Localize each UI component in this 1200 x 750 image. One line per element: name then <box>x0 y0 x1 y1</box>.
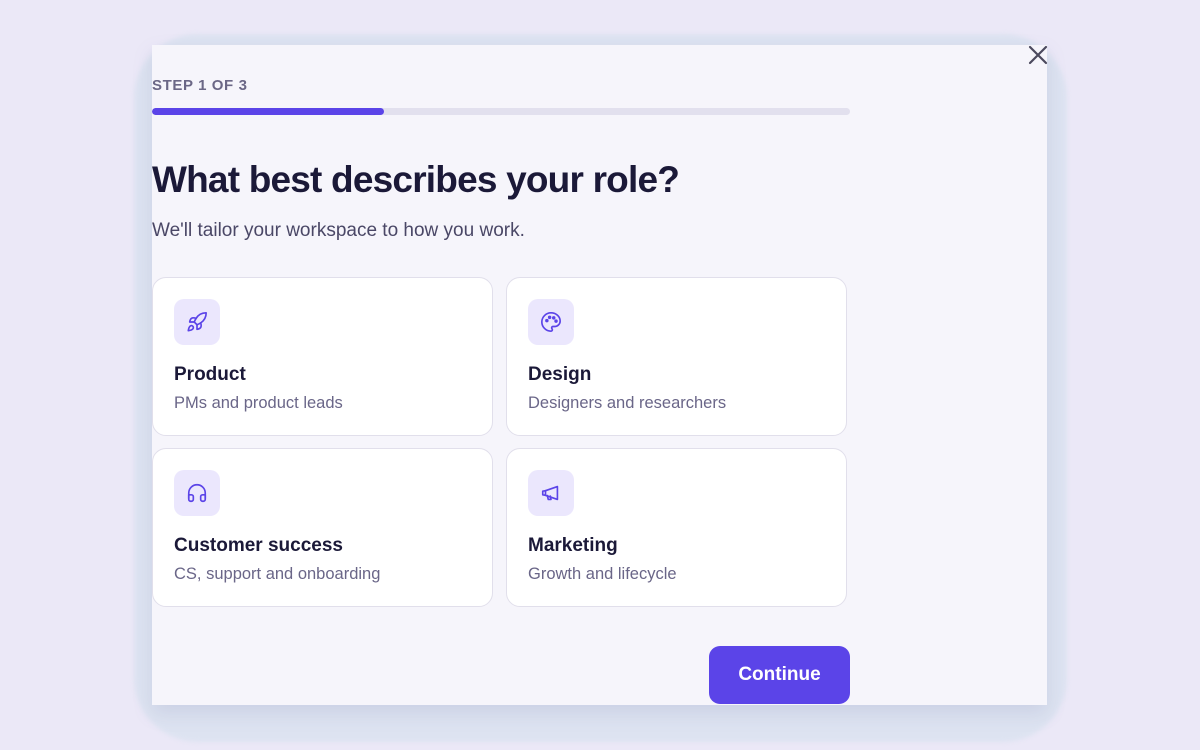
progress-bar <box>152 108 850 115</box>
role-option-description: Growth and lifecycle <box>528 565 677 583</box>
role-option-title: Design <box>528 364 592 385</box>
role-option-marketing[interactable]: Marketing Growth and lifecycle <box>506 448 847 607</box>
rocket-icon <box>174 299 220 345</box>
role-option-title: Marketing <box>528 535 618 556</box>
step-indicator: STEP 1 OF 3 <box>152 77 248 94</box>
continue-button[interactable]: Continue <box>709 646 850 704</box>
role-option-customer-success[interactable]: Customer success CS, support and onboard… <box>152 448 493 607</box>
role-option-title: Customer success <box>174 535 343 556</box>
onboarding-dialog: STEP 1 OF 3 What best describes your rol… <box>152 45 1047 705</box>
progress-bar-fill <box>152 108 385 115</box>
role-option-description: Designers and researchers <box>528 394 727 412</box>
page-title: What best describes your role? <box>152 159 680 200</box>
megaphone-icon <box>528 470 574 516</box>
role-option-description: CS, support and onboarding <box>174 565 381 583</box>
close-icon <box>1028 45 1048 65</box>
role-option-product[interactable]: Product PMs and product leads <box>152 277 493 436</box>
palette-icon <box>528 299 574 345</box>
role-option-title: Product <box>174 364 246 385</box>
role-option-design[interactable]: Design Designers and researchers <box>506 277 847 436</box>
headphones-icon <box>174 470 220 516</box>
close-button[interactable] <box>1024 41 1052 69</box>
role-option-description: PMs and product leads <box>174 394 343 412</box>
page-subtitle: We'll tailor your workspace to how you w… <box>152 220 525 241</box>
